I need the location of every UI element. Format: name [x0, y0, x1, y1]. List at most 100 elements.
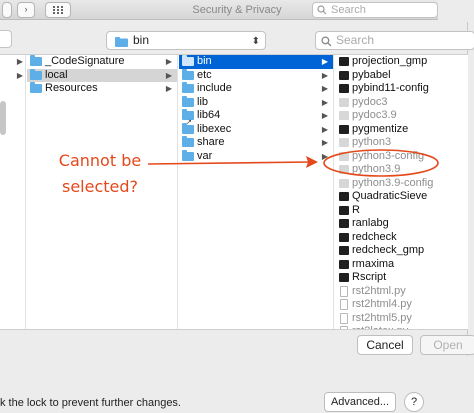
exec-icon — [339, 259, 349, 269]
column2-item[interactable]: var ▶ — [179, 149, 333, 164]
column2-item[interactable]: ↗ lib64 ▶ — [179, 109, 333, 126]
background-search-input[interactable]: Search — [312, 2, 438, 18]
background-search-placeholder: Search — [331, 4, 366, 16]
exec-icon — [339, 232, 349, 242]
column3-item[interactable]: rst2html4.py — [335, 298, 468, 312]
column2-item-label: lib64 — [197, 109, 221, 121]
column1-item-label: _CodeSignature — [45, 55, 125, 67]
chevron-right-icon: ▶ — [321, 111, 328, 120]
column2-item[interactable]: lib ▶ — [179, 95, 333, 110]
doc-icon — [340, 312, 348, 324]
column3-item-label: python3 — [352, 136, 392, 148]
folder-icon — [182, 68, 194, 80]
column2-item-label: var — [197, 149, 213, 162]
column3-item[interactable]: rst2html.py — [335, 285, 468, 299]
help-button[interactable]: ? — [404, 392, 424, 412]
column3-item-label: redcheck_gmp — [352, 244, 425, 256]
column2-item[interactable]: include ▶ — [179, 82, 333, 96]
column3-item[interactable]: rst2latex.py — [335, 325, 468, 329]
folder-icon — [182, 82, 194, 93]
column3-item[interactable]: redcheck — [335, 231, 468, 245]
alias-icon — [339, 165, 349, 174]
updown-chevron-icon: ⬍ — [251, 36, 260, 47]
exec-icon — [339, 192, 349, 201]
column3-item[interactable]: python3.9-config — [335, 177, 468, 191]
annotation-line-1: Cannot be — [58, 151, 142, 170]
column3-item[interactable]: rst2html5.py — [335, 312, 468, 326]
folder-icon — [30, 82, 42, 93]
column2-item-label: lib — [197, 95, 209, 108]
chevron-right-icon: ▶ — [165, 57, 172, 66]
column3-item[interactable]: projection_gmp — [335, 55, 468, 69]
column2-item-label: libexec — [197, 122, 232, 135]
column3-item[interactable]: redcheck_gmp — [335, 244, 468, 258]
column3-item-label: rst2html4.py — [352, 298, 412, 310]
column3-item[interactable]: ranlabg — [335, 217, 468, 231]
alias-icon — [339, 111, 349, 120]
open-button[interactable]: Open — [420, 335, 474, 355]
search-input[interactable]: Search — [315, 31, 474, 50]
column-0[interactable]: ▶ ▶ — [0, 55, 26, 329]
column3-item-label: Rscript — [352, 271, 387, 283]
column3-item[interactable]: pybabel — [335, 69, 468, 83]
exec-icon — [339, 219, 349, 228]
exec-icon — [339, 70, 349, 80]
column3-item[interactable]: pygmentize — [335, 123, 468, 137]
column3-item-label: python3-config — [352, 149, 425, 162]
chevron-right-icon: ▶ — [321, 151, 328, 161]
column3-item[interactable]: python3.9 — [335, 163, 468, 177]
column3-item[interactable]: QuadraticSieve — [335, 190, 468, 204]
column2-item-label: include — [197, 82, 232, 94]
folder-icon — [182, 122, 194, 134]
column2-item[interactable]: bin ▶ — [179, 55, 333, 69]
view-toggle-button[interactable] — [0, 30, 12, 48]
column3-item-label: rst2latex.py — [352, 325, 408, 329]
background-titlebar: › Security & Privacy Search — [0, 0, 474, 20]
exec-icon — [339, 57, 349, 66]
column3-item-label: rst2html5.py — [352, 311, 412, 324]
doc-icon — [340, 299, 348, 310]
column3-item[interactable]: python3 — [335, 136, 468, 150]
column3-item[interactable]: R — [335, 204, 468, 218]
column3-item-label: rmaxima — [352, 257, 395, 270]
column3-item-label: redcheck — [352, 230, 397, 243]
column2-item-label: etc — [197, 68, 212, 81]
column3-item[interactable]: Rscript — [335, 271, 468, 285]
column3-item[interactable]: pydoc3 — [335, 96, 468, 110]
chevron-right-icon: ▶ — [165, 70, 172, 80]
search-icon — [321, 35, 332, 52]
exec-icon — [339, 246, 349, 255]
column2-item[interactable]: share ▶ — [179, 136, 333, 150]
chevron-right-icon: ▶ — [321, 138, 328, 147]
list-item[interactable]: ▶ — [0, 69, 25, 83]
column1-item-label: local — [45, 68, 68, 81]
annotation-line-2: selected? — [61, 177, 139, 196]
column3-item[interactable]: pydoc3.9 — [335, 109, 468, 123]
exec-icon — [339, 205, 349, 215]
path-popup[interactable]: bin ⬍ — [106, 31, 266, 50]
column3-item[interactable]: pybind11-config — [335, 82, 468, 96]
column2-item[interactable]: etc ▶ — [179, 68, 333, 83]
column1-item[interactable]: _CodeSignature ▶ — [27, 55, 177, 69]
folder-icon — [115, 35, 128, 52]
column2-item-label: share — [197, 136, 225, 148]
column2-item-label: bin — [197, 55, 212, 67]
folder-icon — [182, 55, 194, 66]
cancel-button[interactable]: Cancel — [357, 335, 413, 355]
column3-item-label: pygmentize — [352, 122, 409, 135]
column2-item[interactable]: libexec ▶ — [179, 122, 333, 137]
column-3[interactable]: projection_gmp pybabel pybind11-config pydo… — [335, 55, 468, 329]
chevron-right-icon: ▶ — [321, 97, 328, 107]
column1-item[interactable]: Resources ▶ — [27, 82, 177, 96]
column3-item[interactable]: python3-config — [335, 150, 468, 164]
doc-icon — [340, 285, 348, 297]
scrollbar[interactable] — [0, 101, 6, 135]
list-item[interactable]: ▶ — [0, 55, 25, 69]
chevron-right-icon: ▶ — [16, 57, 23, 66]
column1-item[interactable]: local ▶ — [27, 68, 177, 82]
folder-icon — [182, 149, 194, 161]
column-2[interactable]: bin ▶ etc ▶ include ▶ lib ▶ ↗ lib64 ▶ libexec ▶ share… — [179, 55, 334, 329]
column3-item[interactable]: rmaxima — [335, 258, 468, 272]
advanced-button[interactable]: Advanced... — [324, 392, 396, 412]
column3-item-label: pybind11-config — [352, 82, 429, 94]
